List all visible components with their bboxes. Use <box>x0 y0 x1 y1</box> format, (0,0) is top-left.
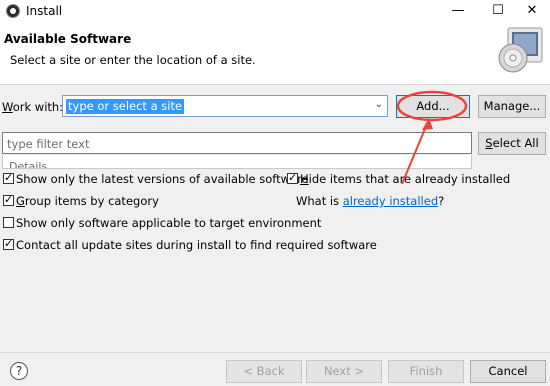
highlight-ellipse <box>396 90 468 122</box>
annotation-arrow-line <box>401 123 428 185</box>
finish-button[interactable]: Finish <box>388 360 464 383</box>
back-button[interactable]: < Back <box>226 360 302 383</box>
next-button[interactable]: Next > <box>306 360 382 383</box>
help-icon[interactable]: ? <box>10 362 28 380</box>
annotation-overlay <box>396 90 468 185</box>
cancel-button[interactable]: Cancel <box>470 360 546 383</box>
footer-separator <box>0 352 550 353</box>
